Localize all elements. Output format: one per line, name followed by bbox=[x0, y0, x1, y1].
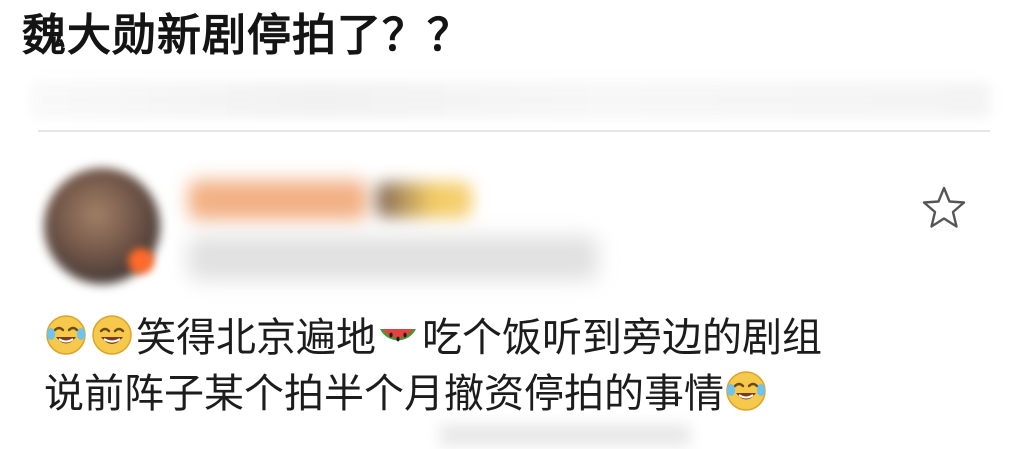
laugh-cry-emoji-icon bbox=[726, 371, 766, 411]
star-icon[interactable] bbox=[920, 184, 968, 232]
divider bbox=[38, 130, 990, 132]
post-title: 魏大勋新剧停拍了？？ bbox=[22, 10, 472, 61]
comment-body: 笑得北京遍地 吃个饭听到旁边的剧组 说前阵子某个拍半个月撤资停拍的事情 bbox=[44, 310, 1004, 422]
blurred-user-badge bbox=[376, 182, 472, 218]
comment-line-1: 笑得北京遍地 吃个饭听到旁边的剧组 bbox=[44, 310, 1004, 366]
comment-text-3: 说前阵子某个拍半个月撤资停拍的事情 bbox=[44, 371, 724, 417]
blurred-username[interactable] bbox=[188, 180, 368, 220]
blurred-post-meta bbox=[188, 236, 598, 280]
blurred-subtitle bbox=[30, 82, 990, 118]
post-screenshot: 魏大勋新剧停拍了？？ 笑得北京遍地 吃个饭听到旁边的剧组 说前阵子某个拍半个月撤… bbox=[0, 0, 1032, 449]
watermelon-emoji-icon bbox=[380, 329, 416, 342]
comment-text-2: 吃个饭听到旁边的剧组 bbox=[422, 315, 822, 361]
avatar-badge bbox=[128, 248, 154, 274]
blurred-footer bbox=[440, 424, 690, 446]
comment-text-1: 笑得北京遍地 bbox=[136, 315, 376, 361]
comment-line-2: 说前阵子某个拍半个月撤资停拍的事情 bbox=[44, 366, 1004, 422]
laugh-cry-emoji-icon bbox=[46, 315, 86, 355]
laugh-emoji-icon bbox=[92, 315, 132, 355]
